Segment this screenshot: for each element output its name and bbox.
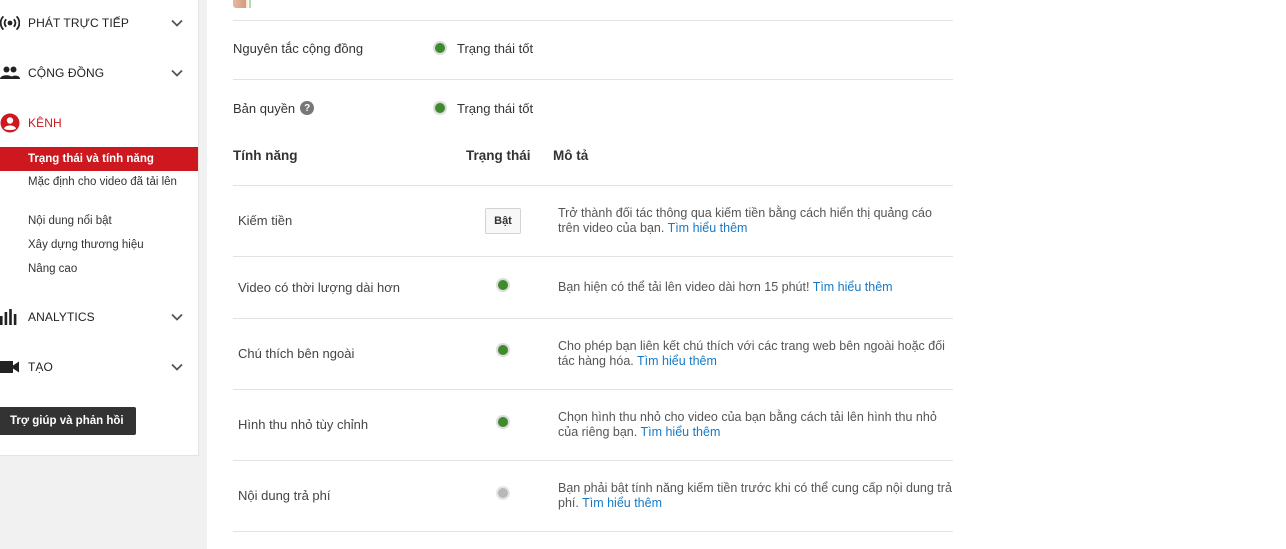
sidebar: PHÁT TRỰC TIẾP CỘNG ĐỒNG KÊNH Trạng thái… xyxy=(0,0,199,456)
divider xyxy=(233,79,953,80)
sidebar-item-advanced[interactable]: Nâng cao xyxy=(0,261,198,277)
status-value: Trạng thái tốt xyxy=(433,41,533,56)
nav-community[interactable]: CỘNG ĐỒNG xyxy=(0,58,198,88)
nav-channel[interactable]: KÊNH xyxy=(0,108,198,138)
table-row: Video có thời lượng dài hơn Bạn hiện có … xyxy=(233,257,953,318)
status-good-icon xyxy=(433,41,447,55)
status-disabled-icon xyxy=(496,486,510,500)
sidebar-item-label: Mặc định cho video đã tải lên xyxy=(28,176,177,188)
learn-more-link[interactable]: Tìm hiểu thêm xyxy=(668,221,748,235)
sidebar-item-label: Trạng thái và tính năng xyxy=(28,153,154,165)
table-row: Nội dung trả phí Bạn phải bật tính năng … xyxy=(233,461,953,531)
feature-status: Bật xyxy=(483,208,523,234)
feature-status xyxy=(483,415,523,429)
learn-more-link[interactable]: Tìm hiểu thêm xyxy=(813,280,893,294)
nav-analytics-label: ANALYTICS xyxy=(28,310,95,324)
bar-chart-icon xyxy=(0,307,20,327)
nav-analytics[interactable]: ANALYTICS xyxy=(0,302,198,332)
learn-more-link[interactable]: Tìm hiểu thêm xyxy=(640,425,720,439)
feature-status xyxy=(483,486,523,500)
column-header-status: Trạng thái xyxy=(466,148,531,163)
feature-status xyxy=(483,278,523,292)
main-panel: Nguyên tắc cộng đồng Trạng thái tốt Bản … xyxy=(207,0,1286,549)
help-icon[interactable]: ? xyxy=(300,101,315,115)
table-row: Hình thu nhỏ tùy chỉnh Chọn hình thu nhỏ… xyxy=(233,390,953,460)
enable-monetization-button[interactable]: Bật xyxy=(485,208,521,234)
video-camera-icon xyxy=(0,357,20,377)
feature-name: Hình thu nhỏ tùy chỉnh xyxy=(238,417,369,432)
table-row: Kiếm tiền Bật Trở thành đối tác thông qu… xyxy=(233,186,953,256)
status-label: Bản quyền xyxy=(233,100,296,116)
avatar xyxy=(233,0,255,8)
status-enabled-icon xyxy=(496,278,510,292)
status-label: Nguyên tắc cộng đồng xyxy=(233,40,364,56)
account-circle-icon xyxy=(0,113,20,133)
nav-live-label: PHÁT TRỰC TIẾP xyxy=(28,16,130,30)
divider xyxy=(233,20,953,21)
nav-live[interactable]: PHÁT TRỰC TIẾP xyxy=(0,8,198,38)
feature-name: Video có thời lượng dài hơn xyxy=(238,280,400,295)
copyright-row: Bản quyền ? Trạng thái tốt xyxy=(233,98,533,118)
sidebar-item-label: Nâng cao xyxy=(28,263,78,275)
sidebar-item-label: Xây dựng thương hiệu xyxy=(28,239,144,251)
status-text: Trạng thái tốt xyxy=(457,40,534,56)
feature-description: Trở thành đối tác thông qua kiếm tiền bằ… xyxy=(558,206,953,236)
community-guidelines-row: Nguyên tắc cộng đồng Trạng thái tốt xyxy=(233,38,533,58)
description-text: Bạn hiện có thể tải lên video dài hơn 15… xyxy=(558,280,810,294)
chevron-down-icon[interactable] xyxy=(170,310,184,324)
sidebar-item-branding[interactable]: Xây dựng thương hiệu xyxy=(0,237,198,253)
description-text: Chọn hình thu nhỏ cho video của bạn bằng… xyxy=(558,410,937,439)
learn-more-link[interactable]: Tìm hiểu thêm xyxy=(637,354,717,368)
feature-name: Kiếm tiền xyxy=(238,213,293,228)
help-feedback-button[interactable]: Trợ giúp và phản hồi xyxy=(0,407,136,435)
people-icon xyxy=(0,63,20,83)
feature-name: Nội dung trả phí xyxy=(238,488,331,503)
feature-description: Chọn hình thu nhỏ cho video của bạn bằng… xyxy=(558,410,953,440)
status-text: Trạng thái tốt xyxy=(457,100,534,116)
learn-more-link[interactable]: Tìm hiểu thêm xyxy=(582,496,662,510)
nav-channel-label: KÊNH xyxy=(28,116,62,130)
sidebar-item-featured-content[interactable]: Nội dung nổi bật xyxy=(0,213,198,229)
divider xyxy=(233,531,953,532)
status-enabled-icon xyxy=(496,343,510,357)
feature-status xyxy=(483,343,523,357)
live-broadcast-icon xyxy=(0,13,20,33)
nav-community-label: CỘNG ĐỒNG xyxy=(28,66,105,80)
feature-description: Bạn phải bật tính năng kiếm tiền trước k… xyxy=(558,481,953,511)
feature-description: Cho phép bạn liên kết chú thích với các … xyxy=(558,339,953,369)
sidebar-item-label: Nội dung nổi bật xyxy=(28,215,112,227)
nav-create[interactable]: TẠO xyxy=(0,352,198,382)
status-good-icon xyxy=(433,101,447,115)
status-value: Trạng thái tốt xyxy=(433,101,533,116)
table-row: Chú thích bên ngoài Cho phép bạn liên kế… xyxy=(233,319,953,389)
status-enabled-icon xyxy=(496,415,510,429)
chevron-down-icon[interactable] xyxy=(170,66,184,80)
column-header-feature: Tính năng xyxy=(233,148,298,163)
chevron-down-icon[interactable] xyxy=(170,360,184,374)
nav-create-label: TẠO xyxy=(28,360,53,374)
sidebar-item-upload-defaults[interactable]: Mặc định cho video đã tải lên xyxy=(0,174,198,190)
description-text: Cho phép bạn liên kết chú thích với các … xyxy=(558,339,945,368)
chevron-down-icon[interactable] xyxy=(170,16,184,30)
feature-name: Chú thích bên ngoài xyxy=(238,346,355,361)
sidebar-item-status-features[interactable]: Trạng thái và tính năng xyxy=(0,147,198,171)
column-header-description: Mô tả xyxy=(553,148,589,163)
feature-description: Bạn hiện có thể tải lên video dài hơn 15… xyxy=(558,280,953,295)
